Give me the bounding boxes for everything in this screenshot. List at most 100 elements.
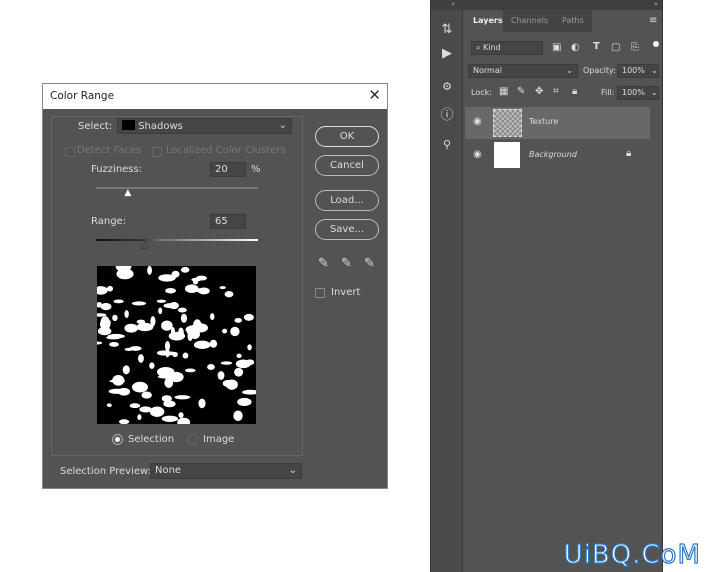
load-button[interactable]: Load... <box>315 190 379 211</box>
chevron-down-icon[interactable]: ⌄ <box>646 64 659 78</box>
eyedropper-subtract-icon[interactable]: ✎ <box>364 256 375 271</box>
tab-channels[interactable]: Channels <box>503 10 557 32</box>
chevron-down-icon: ⌄ <box>288 465 297 476</box>
filter-kind-dropdown[interactable]: ⌕ Kind <box>471 41 543 55</box>
visibility-eye-icon[interactable]: ◉ <box>473 116 482 127</box>
filter-type-icon[interactable]: T <box>593 41 600 52</box>
highlight-blob <box>243 313 254 321</box>
info-icon[interactable]: ⓘ <box>431 104 463 123</box>
layers-panel: «» ⇅ ▶ ⚙ ⓘ ⚲ Layers Channels Paths ≡ ⌕ K… <box>430 0 663 572</box>
image-label: Image <box>203 434 235 445</box>
visibility-eye-icon[interactable]: ◉ <box>473 149 482 160</box>
invert-label: Invert <box>331 287 361 298</box>
highlight-blob <box>174 395 191 400</box>
dialog-title-bar: Color Range ✕ <box>43 84 387 109</box>
ok-button[interactable]: OK <box>315 126 379 147</box>
chevron-down-icon[interactable]: ⌄ <box>646 86 659 100</box>
image-radio[interactable] <box>187 434 198 445</box>
range-slider[interactable] <box>96 239 258 241</box>
highlight-blob <box>118 419 130 424</box>
expand-icon[interactable]: » <box>654 0 658 8</box>
range-slider-thumb[interactable]: △ <box>141 240 149 251</box>
highlight-blob <box>136 322 154 332</box>
watermark: UiBQ.CoM <box>563 539 701 570</box>
layer-row-texture[interactable]: ◉ Texture <box>465 107 650 139</box>
highlight-blob <box>122 365 130 375</box>
highlight-blob <box>106 403 112 407</box>
filter-toggle[interactable] <box>653 41 659 47</box>
panel-header: «» <box>431 0 662 10</box>
highlight-blob <box>193 319 202 330</box>
kind-value: Kind <box>483 43 501 52</box>
fuzziness-input[interactable]: 20 <box>210 162 246 177</box>
highlight-blob <box>180 313 188 323</box>
lock-image-brush-icon[interactable]: ✎ <box>517 86 525 97</box>
search-icon: ⌕ <box>476 43 481 52</box>
fuzziness-slider[interactable] <box>96 187 258 189</box>
highlight-blob <box>217 371 225 380</box>
select-dropdown[interactable]: Shadows ⌄ <box>117 118 292 134</box>
highlight-blob <box>189 329 201 340</box>
range-input[interactable]: 65 <box>210 214 246 229</box>
blend-mode-dropdown[interactable]: Normal ⌄ <box>468 64 578 78</box>
lock-transparent-icon[interactable]: ▦ <box>499 86 508 97</box>
opacity-input[interactable]: 100% <box>617 64 645 78</box>
highlight-blob <box>236 353 242 358</box>
selection-radio[interactable] <box>112 434 123 445</box>
chevron-down-icon: ⌄ <box>566 66 573 75</box>
properties-icon[interactable]: ⚙ <box>431 80 463 93</box>
tool-strip: ⇅ ▶ ⚙ ⓘ ⚲ <box>431 10 463 572</box>
tab-paths[interactable]: Paths <box>554 10 592 32</box>
filter-shape-icon[interactable]: ▢ <box>611 42 620 53</box>
lock-all-icon[interactable]: 🔒︎ <box>572 86 577 97</box>
lock-artboard-icon[interactable]: ⌗ <box>553 86 559 97</box>
lock-position-move-icon[interactable]: ✥ <box>535 86 543 97</box>
eyedropper-add-icon[interactable]: ✎ <box>341 256 352 271</box>
highlight-blob <box>112 314 118 321</box>
highlight-blob <box>118 387 131 396</box>
layer-row-background[interactable]: ◉ Background 🔒︎ <box>465 139 650 171</box>
selection-preview-dropdown[interactable]: None ⌄ <box>150 463 302 479</box>
highlight-blob <box>131 381 148 393</box>
highlight-blob <box>138 354 144 363</box>
highlight-blob <box>192 278 199 285</box>
highlight-blob <box>237 397 252 407</box>
highlight-blob <box>163 400 174 405</box>
highlight-blob <box>163 303 179 309</box>
range-label: Range: <box>91 216 127 227</box>
layer-thumbnail <box>493 109 522 137</box>
highlight-blob <box>165 348 170 358</box>
highlight-blob <box>207 364 215 370</box>
highlight-blob <box>224 291 234 298</box>
localized-checkbox[interactable] <box>152 147 162 157</box>
lock-icon: 🔒︎ <box>626 148 632 159</box>
detect-faces-checkbox[interactable] <box>65 147 75 157</box>
save-button[interactable]: Save... <box>315 219 379 240</box>
filter-adjustment-icon[interactable]: ◐ <box>571 42 580 53</box>
highlight-blob <box>147 266 152 275</box>
detect-faces-label: Detect Faces <box>77 145 142 156</box>
select-label: Select: <box>78 121 113 132</box>
collapse-icon[interactable]: « <box>451 0 455 8</box>
highlight-blob <box>113 299 124 304</box>
eyedropper-icon[interactable]: ✎ <box>318 256 329 271</box>
highlight-blob <box>184 284 199 293</box>
cancel-button[interactable]: Cancel <box>315 155 379 176</box>
layer-thumbnail <box>494 142 520 168</box>
history-icon[interactable]: ⇅ <box>431 22 463 37</box>
fuzziness-slider-thumb[interactable]: ▲ <box>124 188 131 198</box>
filter-pixel-icon[interactable]: ▣ <box>552 42 561 53</box>
highlight-blob <box>157 374 173 379</box>
highlight-blob <box>124 310 129 318</box>
close-icon[interactable]: ✕ <box>368 86 381 104</box>
chevron-down-icon: ⌄ <box>278 120 287 131</box>
clone-source-icon[interactable]: ⚲ <box>431 138 463 151</box>
filter-smart-object-icon[interactable]: ⎘ <box>631 42 639 53</box>
fill-input[interactable]: 100% <box>617 86 645 100</box>
actions-play-icon[interactable]: ▶ <box>431 46 463 61</box>
invert-checkbox[interactable] <box>315 288 325 298</box>
panel-menu-icon[interactable]: ≡ <box>649 15 657 26</box>
highlight-blob <box>209 339 218 348</box>
percent-label: % <box>251 164 261 175</box>
highlight-blob <box>178 412 184 418</box>
